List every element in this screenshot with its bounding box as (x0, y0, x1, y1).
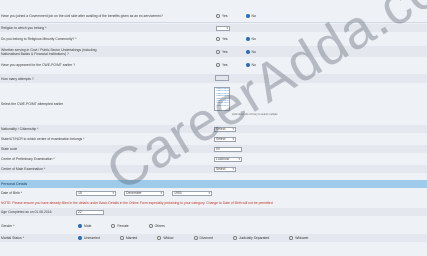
chevron-down-icon: ▾ (208, 191, 210, 195)
radio-selected-icon (78, 224, 82, 228)
radio-icon (216, 63, 220, 67)
state-code-field[interactable]: 00 (214, 146, 242, 152)
list-item[interactable]: CWE-PO/MT-VIII (215, 105, 229, 107)
radio-selected-icon (245, 37, 250, 41)
nationality-select[interactable]: Select ▾ (214, 126, 236, 132)
religion-label: Religion to which you belong * (1, 26, 47, 30)
chevron-down-icon: ▾ (238, 157, 240, 161)
radio-icon (216, 13, 220, 18)
radio-selected-icon (78, 236, 82, 240)
radio-icon (193, 236, 198, 240)
govt-job-yes[interactable]: Yes (216, 13, 228, 18)
centre-main-select[interactable]: Select ▾ (214, 166, 236, 172)
minority-options: Yes No (216, 37, 274, 41)
chevron-down-icon: ▾ (232, 137, 234, 141)
age-row: Age Completed as on 01.08.2016 22 (0, 208, 427, 216)
attempts-field[interactable] (215, 75, 229, 81)
minority-no[interactable]: No (245, 37, 256, 41)
marital-row: Marital Status * Unmarried Married Widow… (0, 234, 427, 242)
select-cwe-label: Select the CWE-PO/MT attempted earlier (1, 102, 64, 106)
minority-row: Do you belong to Religious Minority Comm… (0, 35, 427, 43)
radio-icon (216, 49, 220, 54)
radio-selected-icon (245, 49, 250, 54)
gender-row: Gender * Male Female Others (0, 222, 427, 230)
marital-widower[interactable]: Widower (289, 236, 308, 240)
radio-icon (111, 224, 116, 228)
govt-employee-no[interactable]: No (245, 49, 256, 54)
centre-main-row: Centre of Main Examination * Select ▾ (0, 165, 427, 173)
dob-month-select[interactable]: December ▾ (124, 190, 164, 196)
minority-label: Do you belong to Religious Minority Comm… (1, 37, 77, 41)
marital-label: Marital Status * (1, 236, 24, 240)
govt-job-label: Have you joined a Government job on the … (1, 13, 163, 18)
marital-married[interactable]: Married (119, 236, 137, 240)
state-code-row: State code 00 (0, 145, 427, 153)
section-header: Personal Details (0, 180, 427, 188)
radio-icon (148, 224, 153, 228)
govt-job-options: Yes No (216, 13, 274, 18)
radio-icon (157, 236, 162, 240)
chevron-down-icon: ▾ (232, 167, 234, 171)
govt-employee-label: Whether serving in Govt / Public Sector … (1, 47, 97, 56)
state-label: State/UT/NCR to which centre of examinat… (1, 137, 85, 141)
radio-icon (119, 236, 124, 240)
marital-unmarried[interactable]: Unmarried (78, 236, 100, 240)
dob-row: Date of Birth * 15 ▾ December ▾ 1993 ▾ (0, 189, 427, 197)
centre-prelim-select[interactable]: Lucknow ▾ (214, 156, 242, 162)
attempts-label: How many attempts ? (1, 76, 34, 81)
cwe-earlier-options: Yes No (216, 63, 274, 67)
govt-job-row: Have you joined a Government job on the … (0, 11, 427, 20)
religion-select[interactable]: ▾ (216, 25, 230, 31)
dob-year-select[interactable]: 1993 ▾ (172, 190, 212, 196)
state-select[interactable]: Select ▾ (214, 136, 236, 142)
chevron-down-icon: ▾ (232, 127, 234, 131)
cwe-multiselect[interactable]: CWE-PO/MT-I CWE-PO/MT-II CWE-PO/MT-III C… (214, 87, 230, 111)
centre-main-label: Centre of Main Examination * (1, 167, 46, 171)
gender-female[interactable]: Female (111, 224, 129, 228)
cwe-earlier-yes[interactable]: Yes (216, 63, 228, 67)
radio-icon (289, 236, 294, 240)
radio-icon (216, 37, 220, 41)
chevron-down-icon: ▾ (112, 191, 114, 195)
chevron-down-icon: ▾ (226, 26, 228, 30)
marital-divorced[interactable]: Divorced (193, 236, 213, 240)
cwe-earlier-label: Have you appeared for the CWE-PO/MT earl… (1, 63, 75, 67)
radio-icon (232, 236, 237, 240)
radio-selected-icon (245, 63, 250, 67)
gender-label: Gender * (1, 224, 15, 228)
nationality-label: Nationality / Citizenship * (1, 127, 39, 131)
chevron-down-icon: ▾ (160, 191, 162, 195)
gender-others[interactable]: Others (148, 224, 165, 228)
centre-prelim-row: Centre of Preliminary Examination * Luck… (0, 155, 427, 163)
govt-employee-row: Whether serving in Govt / Public Sector … (0, 46, 427, 57)
cwe-earlier-row: Have you appeared for the CWE-PO/MT earl… (0, 61, 427, 69)
age-label: Age Completed as on 01.08.2016 (1, 210, 52, 214)
dob-label: Date of Birth * (1, 191, 23, 195)
marital-options: Unmarried Married Widow Divorced Judicia… (78, 236, 326, 240)
minority-yes[interactable]: Yes (216, 37, 228, 41)
gender-male[interactable]: Male (78, 224, 91, 228)
age-field: 22 (76, 209, 104, 215)
state-row: State/UT/NCR to which centre of examinat… (0, 135, 427, 143)
marital-widow[interactable]: Widow (157, 236, 174, 240)
govt-employee-options: Yes No (216, 49, 274, 54)
govt-job-no[interactable]: No (245, 13, 256, 18)
multiselect-hint: Hold down the ctrl key to select multipl… (232, 113, 278, 116)
nationality-row: Nationality / Citizenship * Select ▾ (0, 125, 427, 133)
state-code-label: State code (1, 147, 18, 151)
radio-selected-icon (245, 13, 250, 18)
marital-judicially-separated[interactable]: Judicially Separated (232, 236, 269, 240)
attempts-row: How many attempts ? (0, 74, 427, 83)
centre-prelim-label: Centre of Preliminary Examination * (1, 157, 55, 161)
gender-options: Male Female Others (78, 224, 183, 228)
dob-note: NOTE: Please ensure you have already fil… (1, 201, 273, 205)
cwe-earlier-no[interactable]: No (245, 63, 256, 67)
dob-day-select[interactable]: 15 ▾ (76, 190, 116, 196)
section-title: Personal Details (1, 182, 28, 186)
religion-row: Religion to which you belong * ▾ (0, 24, 427, 32)
govt-employee-yes[interactable]: Yes (216, 49, 228, 54)
